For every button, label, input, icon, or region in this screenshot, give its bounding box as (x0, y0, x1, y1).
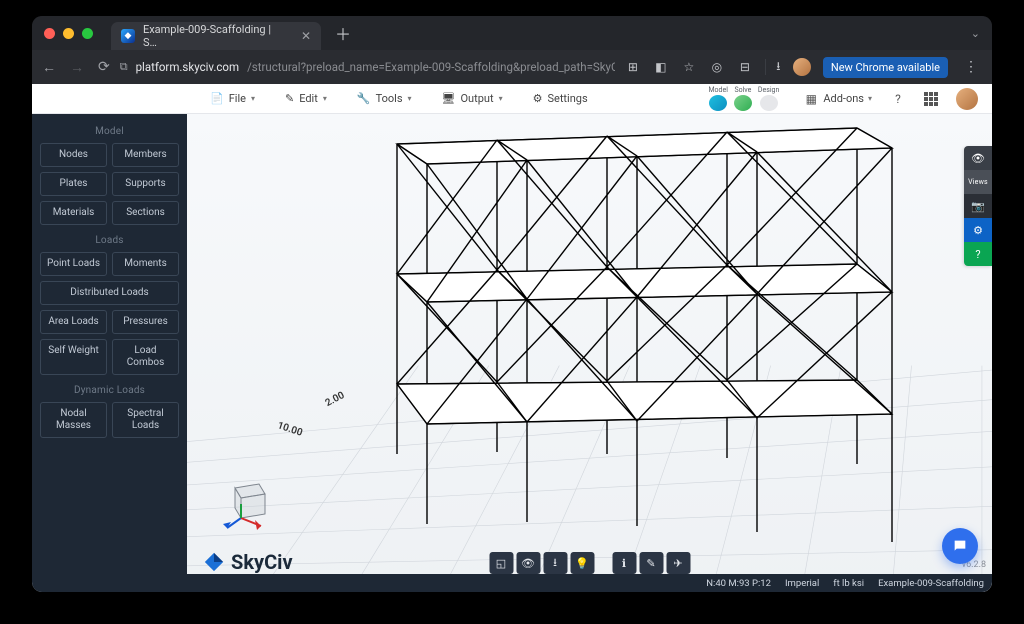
menu-settings[interactable]: ⚙Settings (527, 89, 594, 108)
view-btn-3[interactable]: ⭳ (543, 552, 567, 574)
view-btn-5[interactable]: ℹ (612, 552, 636, 574)
view-btn-2[interactable]: 👁 (516, 552, 540, 574)
qr-icon[interactable]: ◧ (653, 59, 669, 75)
status-filename: Example-009-Scaffolding (878, 578, 984, 589)
mode-switch: Model Solve Design (708, 86, 779, 111)
status-system[interactable]: Imperial (785, 578, 819, 589)
tab-favicon-icon: ◆ (121, 29, 135, 43)
mode-design[interactable]: Design (758, 86, 779, 111)
menu-file[interactable]: 📄File▾ (204, 89, 261, 108)
url-host: platform.skyciv.com (136, 60, 239, 74)
rail-camera[interactable]: 📷 (964, 194, 992, 218)
maximize-window-icon[interactable] (82, 28, 93, 39)
new-tab-button[interactable]: ＋ (327, 21, 359, 45)
sidebar-load-combos[interactable]: Load Combos (112, 339, 179, 375)
nav-reload-icon[interactable]: ⟳ (98, 59, 110, 75)
titlebar: ◆ Example-009-Scaffolding | S… ✕ ＋ ⌄ (32, 16, 992, 50)
menu-tools[interactable]: 🔧Tools▾ (351, 89, 418, 108)
browser-menu-icon[interactable]: ⋮ (960, 59, 982, 75)
address-field[interactable]: ⧉ platform.skyciv.com/structural?preload… (120, 60, 615, 74)
chrome-update-pill[interactable]: New Chrome available (823, 57, 948, 78)
sidebar-distributed-loads[interactable]: Distributed Loads (40, 281, 179, 305)
wrench-icon: 🔧 (357, 92, 371, 105)
sidebar-members[interactable]: Members (112, 143, 179, 167)
extensions-icon[interactable]: ⊟ (737, 59, 753, 75)
sidebar: Model Nodes Members Plates Supports Mate… (32, 114, 187, 592)
scaffolding-model (337, 124, 957, 554)
sidebar-spectral-loads[interactable]: Spectral Loads (112, 402, 179, 438)
apps-grid-icon[interactable] (924, 92, 938, 106)
right-rail: 👁 Views 📷 ⚙ ? (964, 146, 992, 266)
tabs-overflow-icon[interactable]: ⌄ (971, 27, 980, 40)
tab-close-icon[interactable]: ✕ (301, 29, 311, 43)
sidebar-materials[interactable]: Materials (40, 201, 107, 225)
nav-forward-icon[interactable]: → (70, 59, 84, 76)
browser-tab[interactable]: ◆ Example-009-Scaffolding | S… ✕ (111, 22, 321, 50)
mode-solve[interactable]: Solve (734, 86, 752, 111)
status-counts: N:40 M:93 P:12 (706, 578, 771, 589)
view-btn-4[interactable]: 💡 (570, 552, 594, 574)
sidebar-point-loads[interactable]: Point Loads (40, 252, 107, 276)
brand-logo: SkyCiv (203, 550, 293, 574)
install-app-icon[interactable]: ⊞ (625, 59, 641, 75)
user-avatar[interactable] (956, 88, 978, 110)
sidebar-supports[interactable]: Supports (112, 172, 179, 196)
sidebar-nodal-masses[interactable]: Nodal Masses (40, 402, 107, 438)
pencil-icon: ✎ (285, 92, 294, 105)
rail-visibility[interactable]: 👁 (964, 146, 992, 170)
sidebar-area-loads[interactable]: Area Loads (40, 310, 107, 334)
url-path: /structural?preload_name=Example-009-Sca… (247, 60, 615, 74)
profile-avatar-icon[interactable] (793, 58, 811, 76)
chat-icon (952, 538, 968, 554)
rail-help[interactable]: ? (964, 242, 992, 266)
downloads-icon[interactable]: ⭳ (765, 59, 781, 75)
status-bar: N:40 M:93 P:12 Imperial ft lb ksi Exampl… (187, 574, 992, 592)
bookmark-icon[interactable]: ☆ (681, 59, 697, 75)
viewport-3d[interactable]: 2.00 10.00 (187, 114, 992, 592)
rail-views[interactable]: Views (964, 170, 992, 194)
menu-addons[interactable]: ▦Add-ons▾ (803, 91, 872, 107)
monitor-icon: 🖥 (442, 92, 456, 105)
view-icon-bar: ◱ 👁 ⭳ 💡 ℹ ✎ ✈ (489, 552, 690, 574)
status-units[interactable]: ft lb ksi (833, 578, 864, 589)
view-btn-1[interactable]: ◱ (489, 552, 513, 574)
mode-model[interactable]: Model (708, 86, 727, 111)
menu-edit[interactable]: ✎Edit▾ (279, 89, 333, 108)
close-window-icon[interactable] (44, 28, 55, 39)
rail-settings[interactable]: ⚙ (964, 218, 992, 242)
axis-gizmo[interactable] (217, 474, 277, 534)
app-toolbar: 📄File▾ ✎Edit▾ 🔧Tools▾ 🖥Output▾ ⚙Settings… (32, 84, 992, 114)
minimize-window-icon[interactable] (63, 28, 74, 39)
nav-back-icon[interactable]: ← (42, 59, 56, 76)
sidebar-pressures[interactable]: Pressures (112, 310, 179, 334)
sidebar-plates[interactable]: Plates (40, 172, 107, 196)
site-info-icon[interactable]: ⧉ (120, 60, 128, 74)
menu-output[interactable]: 🖥Output▾ (436, 89, 509, 108)
traffic-lights (44, 28, 93, 39)
lens-icon[interactable]: ◎ (709, 59, 725, 75)
app: 📄File▾ ✎Edit▾ 🔧Tools▾ 🖥Output▾ ⚙Settings… (32, 84, 992, 592)
view-btn-6[interactable]: ✎ (639, 552, 663, 574)
view-btn-7[interactable]: ✈ (666, 552, 690, 574)
sidebar-nodes[interactable]: Nodes (40, 143, 107, 167)
puzzle-icon: ▦ (803, 91, 819, 107)
sidebar-heading-dynamic: Dynamic Loads (40, 385, 179, 396)
workspace: Model Nodes Members Plates Supports Mate… (32, 114, 992, 592)
sidebar-self-weight[interactable]: Self Weight (40, 339, 107, 375)
sidebar-heading-model: Model (40, 126, 179, 137)
skyciv-logo-icon (203, 551, 225, 573)
file-icon: 📄 (210, 92, 224, 105)
gear-icon: ⚙ (533, 92, 543, 105)
browser-window: ◆ Example-009-Scaffolding | S… ✕ ＋ ⌄ ← →… (32, 16, 992, 592)
url-bar: ← → ⟳ ⧉ platform.skyciv.com/structural?p… (32, 50, 992, 84)
sidebar-sections[interactable]: Sections (112, 201, 179, 225)
sidebar-heading-loads: Loads (40, 235, 179, 246)
support-chat-button[interactable] (942, 528, 978, 564)
tab-title: Example-009-Scaffolding | S… (143, 23, 287, 49)
sidebar-moments[interactable]: Moments (112, 252, 179, 276)
help-icon[interactable]: ? (890, 91, 906, 107)
